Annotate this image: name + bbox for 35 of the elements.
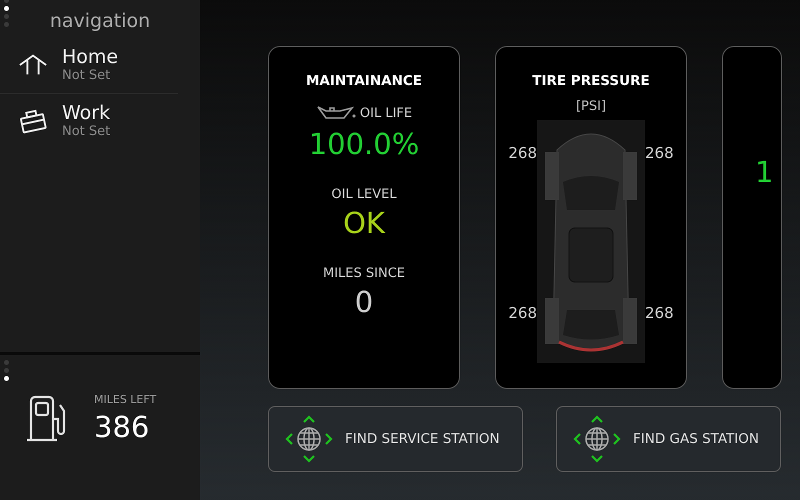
page-dot[interactable] <box>4 368 9 373</box>
metric-value: 1 <box>755 155 774 189</box>
destination-item[interactable]: Work Not Set <box>0 100 178 149</box>
unit-label: [PSI] <box>576 99 606 114</box>
tire-reading: 268 <box>645 144 674 162</box>
metric-label: OIL LIFE <box>360 106 412 120</box>
metric-label: OIL LEVEL <box>331 187 397 202</box>
miles-left-label: MILES LEFT <box>94 393 156 406</box>
globe-navigation-icon <box>573 415 621 463</box>
briefcase-icon <box>18 108 48 134</box>
panel-title: navigation <box>50 10 150 32</box>
destination-name: Home <box>62 46 118 68</box>
metric-value: 0 <box>354 285 374 319</box>
globe-navigation-icon <box>285 415 333 463</box>
destination-item[interactable]: Home Not Set <box>0 44 178 94</box>
page-dot[interactable] <box>4 6 9 11</box>
miles-left-value: 386 <box>94 410 150 444</box>
tire-reading: 268 <box>508 304 537 322</box>
find-station-button[interactable]: FIND SERVICE STATION <box>268 406 523 472</box>
page-dot[interactable] <box>4 14 9 19</box>
card-title: MAINTAINANCE <box>306 73 422 89</box>
home-icon <box>18 52 48 78</box>
metric-value: OK <box>343 206 385 240</box>
destination-status: Not Set <box>62 124 110 139</box>
page-dot[interactable] <box>4 376 9 381</box>
metric-value: 100.0% <box>308 127 420 161</box>
page-dot[interactable] <box>4 360 9 365</box>
page-dot[interactable] <box>4 22 9 27</box>
card-title: TIRE PRESSURE <box>532 73 650 89</box>
metric-label: MILES SINCE <box>323 266 405 281</box>
tire-reading: 268 <box>508 144 537 162</box>
destination-name: Work <box>62 102 110 124</box>
find-station-button[interactable]: FIND GAS STATION <box>556 406 781 472</box>
tire-reading: 268 <box>645 304 674 322</box>
destination-status: Not Set <box>62 68 112 83</box>
